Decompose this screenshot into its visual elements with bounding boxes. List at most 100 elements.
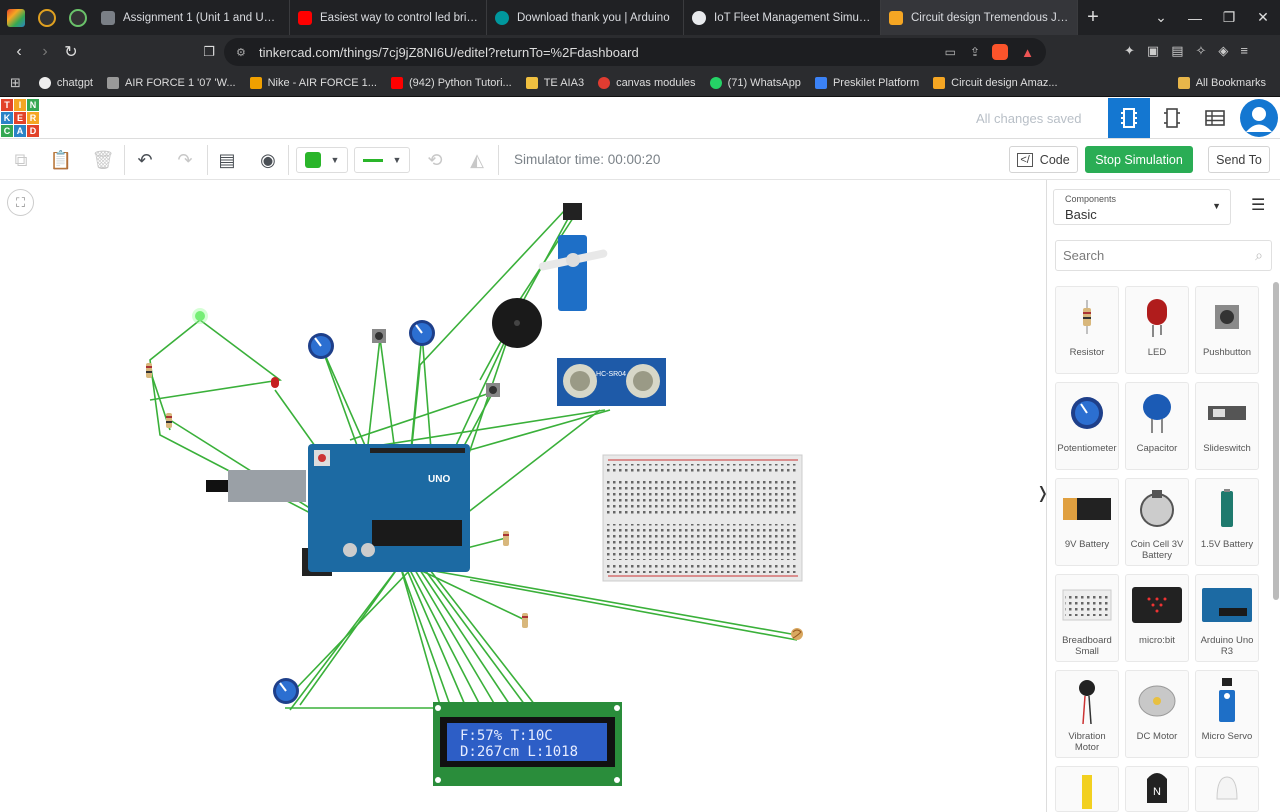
install-icon[interactable]: ▭: [945, 45, 956, 59]
logo-letter: K: [1, 112, 13, 124]
bookmark-item[interactable]: canvas modules: [598, 76, 696, 89]
tinkercad-logo[interactable]: T I N K E R C A D: [1, 99, 39, 137]
table-icon: [1205, 110, 1225, 126]
back-icon[interactable]: ‹: [6, 43, 32, 61]
search-input[interactable]: Search: [1056, 248, 1104, 263]
vpn-icon[interactable]: ◈: [1218, 43, 1228, 59]
pinned-tab-1[interactable]: [0, 0, 31, 35]
bookmark-label: Circuit design Amaz...: [951, 76, 1058, 89]
code-button[interactable]: </ Code: [1009, 146, 1078, 173]
component-slideswitch[interactable]: Slideswitch: [1195, 382, 1259, 470]
user-avatar[interactable]: [1238, 98, 1280, 138]
color-picker[interactable]: ▼: [296, 147, 348, 173]
bookmark-item[interactable]: Preskilet Platform: [814, 76, 919, 89]
component-label: micro:bit: [1139, 635, 1175, 646]
circuit-view-button[interactable]: [1108, 98, 1150, 138]
component-vibration-motor[interactable]: Vibration Motor: [1055, 670, 1119, 758]
bookmark-item[interactable]: chatgpt: [38, 76, 93, 89]
search-field[interactable]: Search ⌕: [1055, 240, 1272, 271]
component-microbit[interactable]: micro:bit: [1125, 574, 1189, 662]
component-arduino-uno[interactable]: Arduino Uno R3: [1195, 574, 1259, 662]
send-to-button[interactable]: Send To: [1208, 146, 1270, 173]
rotate-icon[interactable]: ⟲: [422, 147, 448, 173]
logo-letter: T: [1, 99, 13, 111]
bookmark-item[interactable]: Nike - AIR FORCE 1...: [249, 76, 377, 89]
brave-rewards-icon[interactable]: ▲: [1021, 45, 1034, 60]
redo-icon[interactable]: ↷: [172, 147, 198, 173]
component-potentiometer[interactable]: Potentiometer: [1055, 382, 1119, 470]
undo-icon[interactable]: ↶: [132, 147, 158, 173]
bookmark-item[interactable]: (942) Python Tutori...: [390, 76, 512, 89]
new-tab-button[interactable]: +: [1078, 6, 1108, 29]
panel-scrollbar[interactable]: [1273, 282, 1279, 600]
bookmark-item[interactable]: Circuit design Amaz...: [933, 76, 1058, 89]
tab-favicon: [101, 10, 115, 25]
site-info-icon[interactable]: ⚙: [236, 46, 246, 59]
component-dc-motor[interactable]: DC Motor: [1125, 670, 1189, 758]
component-pushbutton[interactable]: Pushbutton: [1195, 286, 1259, 374]
stop-simulation-button[interactable]: Stop Simulation: [1085, 146, 1193, 173]
sidebar-icon[interactable]: ▣: [1147, 43, 1159, 59]
schematic-view-button[interactable]: [1151, 98, 1193, 138]
tab-iot-fleet[interactable]: IoT Fleet Management Simulation: [684, 0, 881, 35]
components-dropdown[interactable]: Components Basic ▼: [1053, 189, 1231, 225]
minimize-icon[interactable]: —: [1178, 10, 1212, 26]
forward-icon[interactable]: ›: [32, 43, 58, 61]
component-9v-battery[interactable]: 9V Battery: [1055, 478, 1119, 566]
wallet-icon[interactable]: ▤: [1171, 43, 1183, 59]
component-partial[interactable]: [1195, 766, 1259, 812]
collapse-panel-icon[interactable]: ❭: [1036, 483, 1046, 509]
circuit-canvas[interactable]: ⛶ HC-SR04 UNO F:57% T:10C D:267cm L:1018: [0, 180, 1046, 812]
component-label: Micro Servo: [1201, 731, 1253, 742]
tab-assignment[interactable]: Assignment 1 (Unit 1 and Unit 2): [93, 0, 290, 35]
resistor: [522, 613, 528, 628]
tab-circuit-design[interactable]: Circuit design Tremendous Jaiks -: [881, 0, 1078, 35]
pinned-tab-3[interactable]: [62, 0, 93, 35]
share-icon[interactable]: ⇪: [970, 45, 980, 59]
resistor: [166, 413, 172, 428]
tab-arduino[interactable]: Download thank you | Arduino: [487, 0, 684, 35]
component-coin-cell[interactable]: Coin Cell 3V Battery: [1125, 478, 1189, 566]
tab-label: Circuit design Tremendous Jaiks -: [911, 11, 1069, 24]
bookmark-icon[interactable]: ❐: [196, 44, 222, 60]
bookmark-item[interactable]: AIR FORCE 1 '07 'W...: [107, 76, 236, 89]
close-icon[interactable]: ✕: [1246, 9, 1280, 26]
component-led[interactable]: LED: [1125, 286, 1189, 374]
bookmark-label: chatgpt: [56, 76, 93, 89]
paste-icon[interactable]: 📋: [48, 147, 74, 173]
menu-icon[interactable]: ≡: [1240, 43, 1248, 59]
all-bookmarks-folder[interactable]: All Bookmarks: [1177, 76, 1266, 89]
apps-grid-icon[interactable]: ⊞: [10, 75, 21, 91]
component-breadboard-small[interactable]: Breadboard Small: [1055, 574, 1119, 662]
brave-shield-icon[interactable]: [992, 44, 1008, 60]
tab-search-icon[interactable]: ⌄: [1144, 9, 1178, 26]
component-list-button[interactable]: [1194, 98, 1236, 138]
component-capacitor[interactable]: Capacitor: [1125, 382, 1189, 470]
component-label: 9V Battery: [1064, 539, 1110, 550]
pinned-tab-2[interactable]: [31, 0, 62, 35]
leo-icon[interactable]: ✧: [1196, 43, 1207, 59]
tab-youtube[interactable]: Easiest way to control led brightn: [290, 0, 487, 35]
maximize-icon[interactable]: ❐: [1212, 9, 1246, 26]
component-partial[interactable]: [1055, 766, 1119, 812]
white-led-icon: [1216, 776, 1238, 800]
note-icon[interactable]: ▤: [214, 147, 240, 173]
breadboard-icon: [1062, 589, 1112, 621]
extensions-icon[interactable]: ✦: [1124, 43, 1135, 59]
flip-icon[interactable]: ◭: [464, 147, 490, 173]
bookmark-item[interactable]: TE AIA3: [525, 76, 584, 89]
notes-visibility-icon[interactable]: ◉: [255, 147, 281, 173]
wire-type-picker[interactable]: ▼: [354, 147, 410, 173]
delete-icon[interactable]: 🗑: [90, 147, 116, 173]
url-field[interactable]: ⚙ tinkercad.com/things/7cj9jZ8NI6U/edite…: [224, 38, 1046, 66]
list-view-icon[interactable]: ☰: [1251, 195, 1265, 215]
reload-icon[interactable]: ↻: [58, 42, 84, 62]
component-partial[interactable]: N: [1125, 766, 1189, 812]
component-resistor[interactable]: Resistor: [1055, 286, 1119, 374]
component-1-5v-battery[interactable]: 1.5V Battery: [1195, 478, 1259, 566]
bookmark-item[interactable]: (71) WhatsApp: [709, 76, 801, 89]
component-micro-servo[interactable]: Micro Servo: [1195, 670, 1259, 758]
components-panel: Components Basic ▼ ☰ Search ⌕ Resistor L…: [1046, 180, 1280, 812]
copy-icon[interactable]: ⧉: [8, 147, 34, 173]
component-label: 1.5V Battery: [1200, 539, 1254, 550]
